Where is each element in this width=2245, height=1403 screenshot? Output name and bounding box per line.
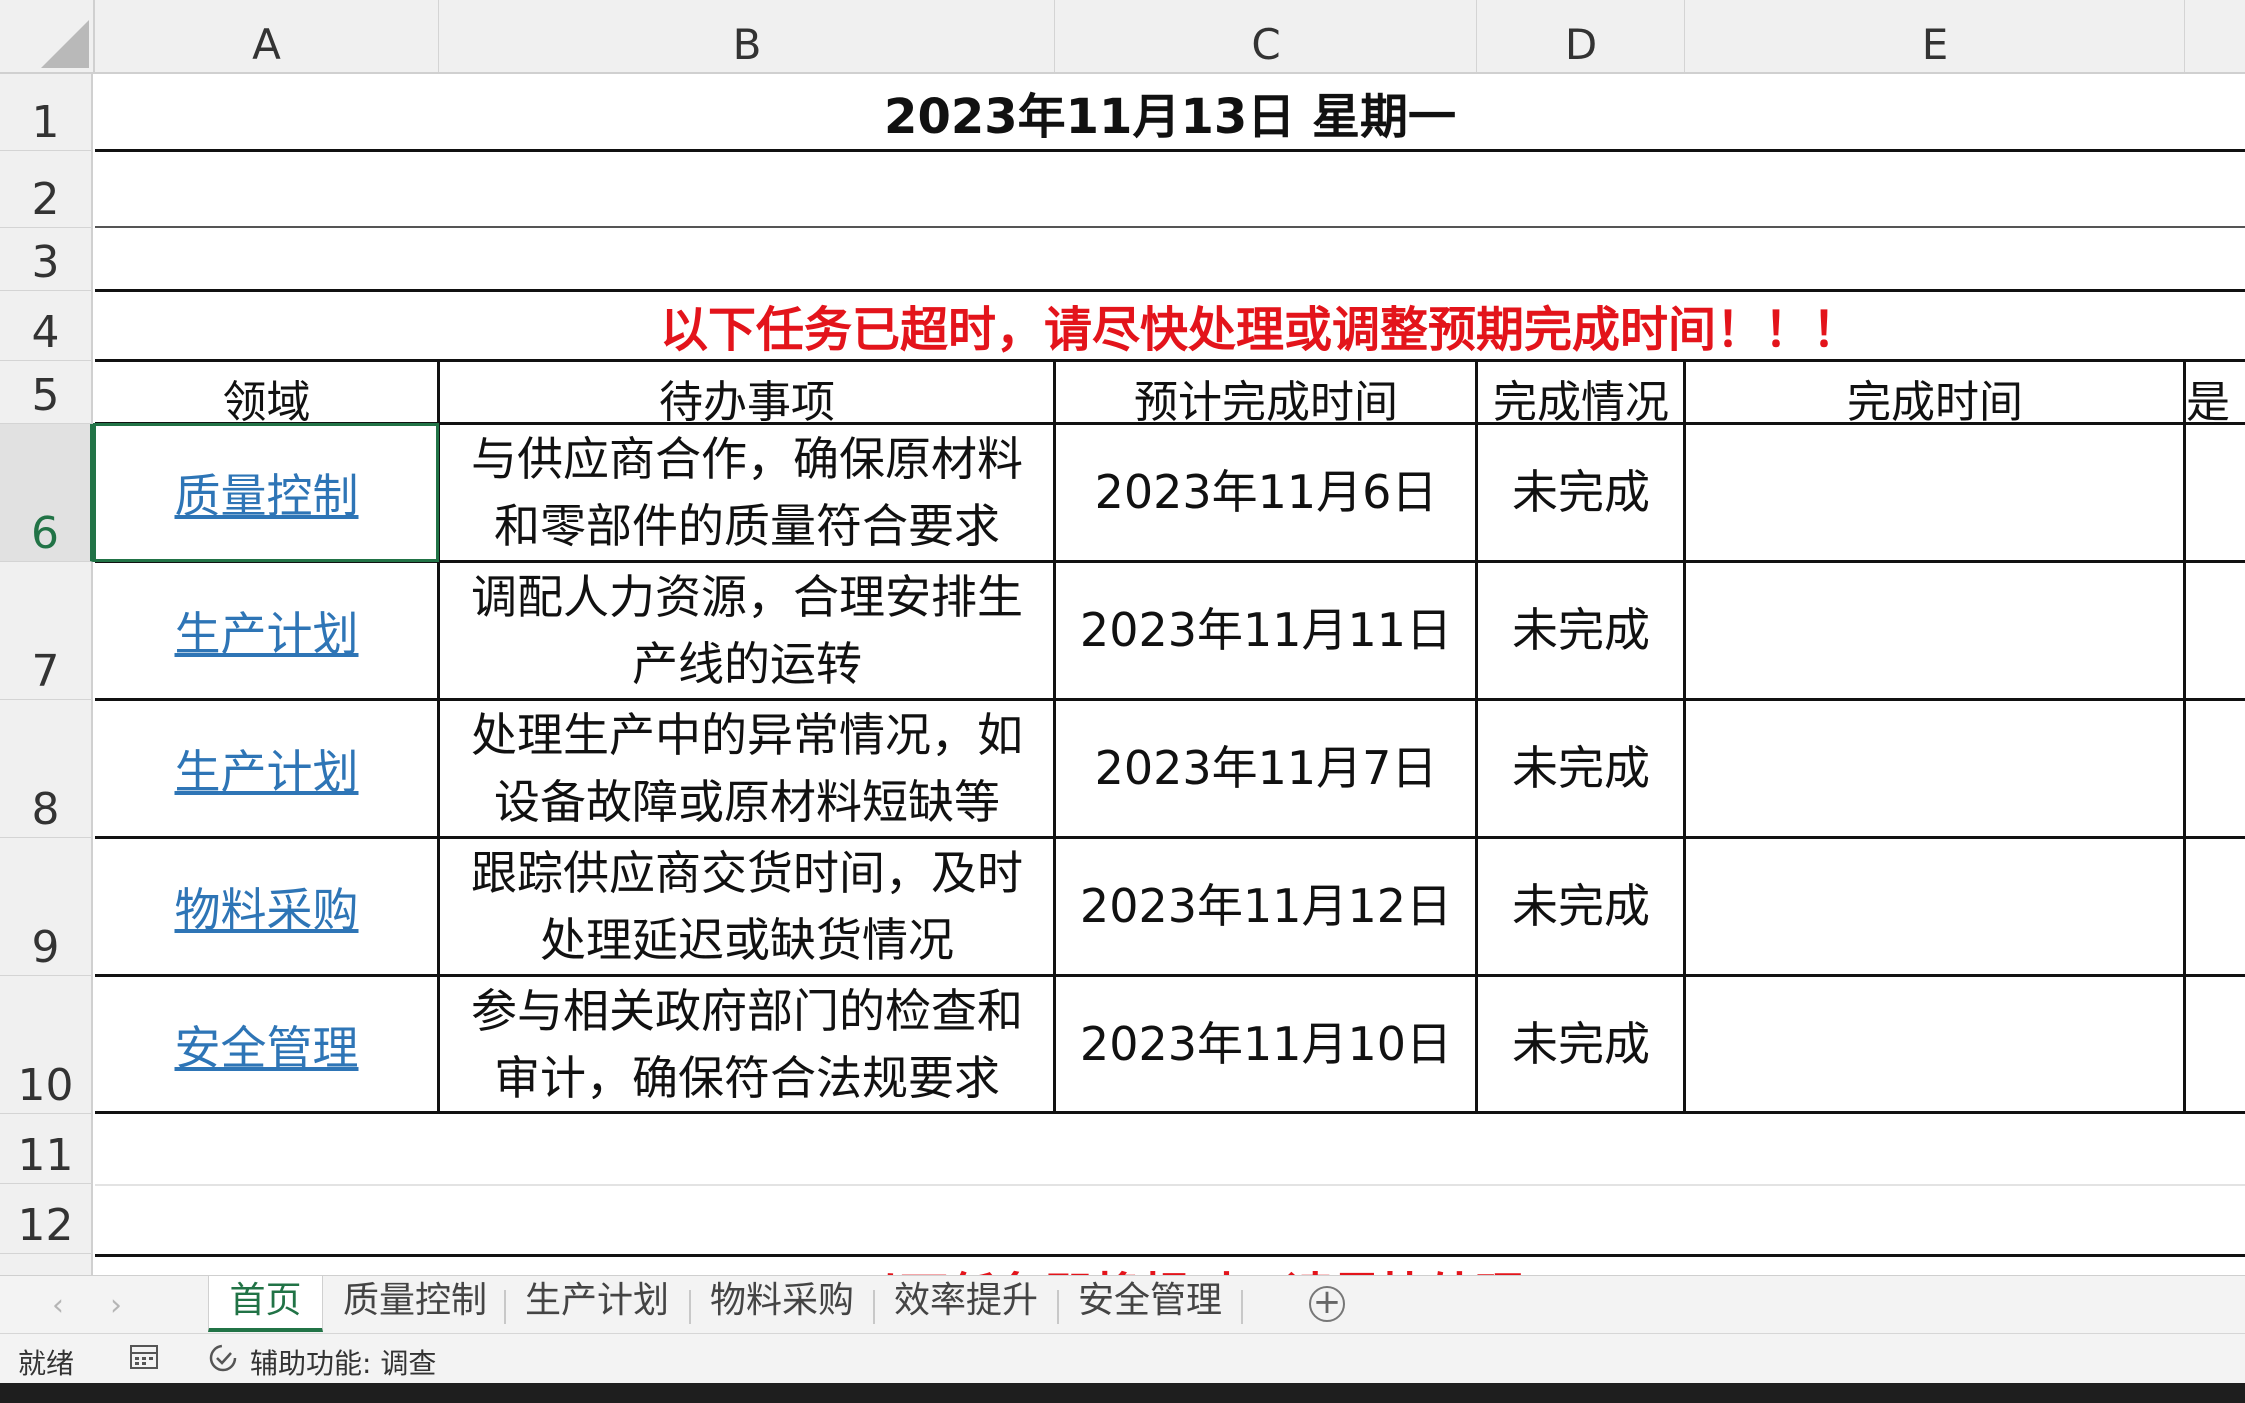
row-header-11[interactable]: 11 xyxy=(0,1114,93,1184)
tab-home[interactable]: 首页 xyxy=(208,1276,323,1332)
tab-safety-management[interactable]: 安全管理 xyxy=(1065,1276,1235,1332)
header-due-date[interactable]: 预计完成时间 xyxy=(1056,362,1476,428)
column-header-d[interactable]: D xyxy=(1478,0,1685,72)
row-header-3[interactable]: 3 xyxy=(0,228,93,291)
border-line xyxy=(95,226,2245,228)
border-line xyxy=(1683,359,1686,1114)
tab-material-procurement[interactable]: 物料采购 xyxy=(697,1276,867,1332)
task-text-line: 和零部件的质量符合要求 xyxy=(494,498,1000,553)
accessibility-icon[interactable] xyxy=(207,1342,241,1374)
tab-quality-control[interactable]: 质量控制 xyxy=(330,1276,500,1332)
task-description-cell[interactable]: 与供应商合作，确保原材料 和零部件的质量符合要求 xyxy=(440,425,1054,560)
border-line xyxy=(1053,359,1056,1114)
task-domain-link[interactable]: 生产计划 xyxy=(175,598,359,664)
task-status[interactable]: 未完成 xyxy=(1478,977,1684,1112)
row-header-7[interactable]: 7 xyxy=(0,562,93,700)
taskbar-strip xyxy=(0,1383,2245,1403)
tab-efficiency[interactable]: 效率提升 xyxy=(881,1276,1051,1332)
row-header-9[interactable]: 9 xyxy=(0,838,93,976)
task-status[interactable]: 未完成 xyxy=(1478,563,1684,698)
select-all-button[interactable] xyxy=(0,0,95,72)
tab-separator xyxy=(504,1290,506,1324)
border-line xyxy=(95,1111,2245,1114)
border-line xyxy=(1475,359,1478,1114)
task-due-date[interactable]: 2023年11月6日 xyxy=(1056,425,1476,560)
row-header-2[interactable]: 2 xyxy=(0,151,93,228)
accessibility-status[interactable]: 辅助功能: 调查 xyxy=(250,1342,436,1382)
task-text-line: 参与相关政府部门的检查和 xyxy=(471,983,1023,1038)
border-line xyxy=(95,149,2245,152)
task-domain-cell[interactable]: 物料采购 xyxy=(95,839,438,974)
column-header-c[interactable]: C xyxy=(1056,0,1477,72)
gridline xyxy=(95,1184,2245,1186)
task-text-line: 与供应商合作，确保原材料 xyxy=(471,431,1023,486)
spreadsheet-grid[interactable]: A B C D E 1 2 3 4 5 6 7 8 9 10 11 12 202… xyxy=(0,0,2245,1275)
macro-record-icon[interactable] xyxy=(130,1344,160,1370)
task-completed-time[interactable] xyxy=(1686,425,2184,560)
date-title[interactable]: 2023年11月13日 星期一 xyxy=(95,74,2245,149)
prev-sheet-icon[interactable]: ‹ xyxy=(52,1288,64,1323)
next-sheet-icon[interactable]: › xyxy=(110,1288,122,1323)
task-due-date[interactable]: 2023年11月7日 xyxy=(1056,701,1476,836)
task-due-date[interactable]: 2023年11月10日 xyxy=(1056,977,1476,1112)
overdue-alert[interactable]: 以下任务已超时，请尽快处理或调整预期完成时间！！！ xyxy=(95,291,2245,359)
select-all-icon xyxy=(41,20,89,68)
task-description-cell[interactable]: 参与相关政府部门的检查和 审计，确保符合法规要求 xyxy=(440,977,1054,1112)
row-header-12[interactable]: 12 xyxy=(0,1184,93,1254)
header-domain[interactable]: 领域 xyxy=(95,362,438,428)
task-completed-time[interactable] xyxy=(1686,701,2184,836)
task-text-line: 审计，确保符合法规要求 xyxy=(494,1050,1000,1105)
column-header-e[interactable]: E xyxy=(1686,0,2185,72)
task-description-cell[interactable]: 处理生产中的异常情况，如 设备故障或原材料短缺等 xyxy=(440,701,1054,836)
task-domain-link[interactable]: 物料采购 xyxy=(175,874,359,940)
task-completed-time[interactable] xyxy=(1686,563,2184,698)
task-description-cell[interactable]: 跟踪供应商交货时间，及时 处理延迟或缺货情况 xyxy=(440,839,1054,974)
task-domain-link[interactable]: 生产计划 xyxy=(175,736,359,802)
task-completed-time[interactable] xyxy=(1686,977,2184,1112)
task-text-line: 跟踪供应商交货时间，及时 xyxy=(471,845,1023,900)
row-header-8[interactable]: 8 xyxy=(0,700,93,838)
add-sheet-icon[interactable]: + xyxy=(1309,1285,1345,1322)
column-header-a[interactable]: A xyxy=(95,0,439,72)
task-text-line: 设备故障或原材料短缺等 xyxy=(494,774,1000,829)
row-header-5[interactable]: 5 xyxy=(0,361,93,424)
column-header-f[interactable] xyxy=(2186,0,2245,72)
row-header-10[interactable]: 10 xyxy=(0,976,93,1114)
sheet-tab-bar: ‹ › 首页 质量控制 生产计划 物料采购 效率提升 安全管理 + xyxy=(0,1275,2245,1334)
task-completed-time[interactable] xyxy=(1686,839,2184,974)
selected-cell-outline xyxy=(93,423,439,562)
border-line xyxy=(2183,359,2186,1114)
upcoming-alert[interactable]: 以下任务即将超时，请尽快处理！！！ xyxy=(95,1256,2245,1275)
task-due-date[interactable]: 2023年11月11日 xyxy=(1056,563,1476,698)
task-text-line: 处理延迟或缺货情况 xyxy=(540,912,954,967)
task-status[interactable]: 未完成 xyxy=(1478,425,1684,560)
task-domain-cell[interactable]: 安全管理 xyxy=(95,977,438,1112)
header-status[interactable]: 完成情况 xyxy=(1478,362,1684,428)
tab-separator xyxy=(1241,1290,1243,1324)
tab-separator xyxy=(689,1290,691,1324)
tab-production-plan[interactable]: 生产计划 xyxy=(512,1276,682,1332)
task-domain-cell[interactable]: 生产计划 xyxy=(95,563,438,698)
task-due-date[interactable]: 2023年11月12日 xyxy=(1056,839,1476,974)
header-partial[interactable]: 是 xyxy=(2186,362,2245,428)
ready-status: 就绪 xyxy=(18,1347,75,1380)
row-header-1[interactable]: 1 xyxy=(0,74,93,151)
status-bar: 就绪 辅助功能: 调查 xyxy=(0,1333,2245,1384)
task-status[interactable]: 未完成 xyxy=(1478,701,1684,836)
column-header-b[interactable]: B xyxy=(440,0,1055,72)
task-text-line: 产线的运转 xyxy=(632,636,862,691)
row-header-4[interactable]: 4 xyxy=(0,291,93,361)
tab-separator xyxy=(1057,1290,1059,1324)
header-completed-time[interactable]: 完成时间 xyxy=(1686,362,2184,428)
task-status[interactable]: 未完成 xyxy=(1478,839,1684,974)
task-text-line: 处理生产中的异常情况，如 xyxy=(471,707,1023,762)
tab-separator xyxy=(873,1290,875,1324)
row-header-13[interactable] xyxy=(0,1254,93,1275)
row-header-6[interactable]: 6 xyxy=(0,424,93,562)
task-description-cell[interactable]: 调配人力资源，合理安排生 产线的运转 xyxy=(440,563,1054,698)
task-text-line: 调配人力资源，合理安排生 xyxy=(471,569,1023,624)
header-task[interactable]: 待办事项 xyxy=(440,362,1054,428)
task-domain-link[interactable]: 安全管理 xyxy=(175,1012,359,1078)
task-domain-cell[interactable]: 生产计划 xyxy=(95,701,438,836)
